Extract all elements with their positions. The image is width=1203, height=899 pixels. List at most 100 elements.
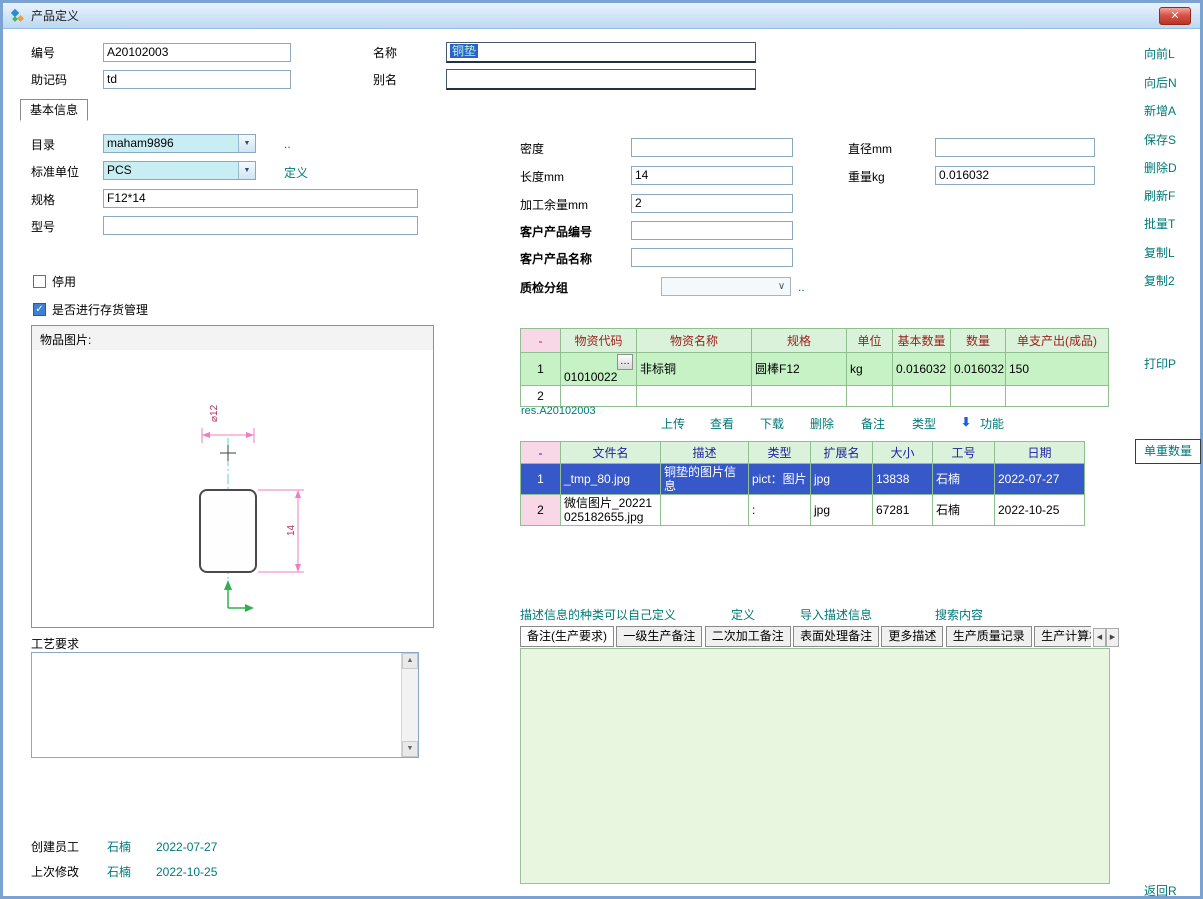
material-qty-cell[interactable]	[951, 386, 1006, 407]
scroll-up-button[interactable]: ▲	[402, 653, 418, 669]
material-output-cell[interactable]: 150	[1006, 353, 1109, 386]
materials-table: - 物资代码 物资名称 规格 单位 基本数量 数量 单支产出(成品) 1 … 0…	[520, 328, 1109, 407]
desc-tab-level1-notes[interactable]: 一级生产备注	[616, 626, 702, 647]
file-desc-cell[interactable]	[661, 495, 749, 526]
unit-combobox[interactable]: PCS ▼	[103, 161, 256, 180]
batch-button[interactable]: 批量T	[1144, 215, 1175, 232]
chevron-down-icon[interactable]: ∨	[773, 278, 790, 295]
stop-checkbox[interactable]	[33, 275, 46, 288]
material-name-cell[interactable]: 非标铜	[637, 353, 752, 386]
unit-weight-qty-button[interactable]: 单重数量	[1135, 439, 1201, 464]
next-button[interactable]: 向后N	[1144, 74, 1177, 91]
description-textarea[interactable]	[520, 648, 1110, 884]
diameter-input[interactable]	[935, 138, 1095, 157]
spec-input[interactable]: F12*14	[103, 189, 418, 208]
delete-button[interactable]: 删除D	[1144, 159, 1177, 176]
material-code-cell[interactable]	[561, 386, 637, 407]
file-date-cell[interactable]: 2022-07-27	[995, 464, 1085, 495]
close-button[interactable]: ✕	[1159, 7, 1191, 25]
upload-link[interactable]: 上传	[661, 415, 685, 432]
diameter-label: 直径mm	[848, 141, 892, 157]
process-scrollbar[interactable]: ▲ ▼	[401, 653, 418, 757]
file-row[interactable]: 1 _tmp_80.jpg 铜垫的图片信息 pict：图片 jpg 13838 …	[521, 464, 1085, 495]
scroll-down-button[interactable]: ▼	[402, 741, 418, 757]
file-size-cell[interactable]: 67281	[873, 495, 933, 526]
function-link[interactable]: 功能	[980, 415, 1004, 432]
process-textarea[interactable]: ▲ ▼	[31, 652, 419, 758]
desc-tab-surface-notes[interactable]: 表面处理备注	[793, 626, 879, 647]
file-name-cell[interactable]: 微信图片_20221025182655.jpg	[561, 495, 661, 526]
alias-input[interactable]	[446, 69, 756, 90]
desc-tab-quality-record[interactable]: 生产质量记录	[946, 626, 1032, 647]
model-input[interactable]	[103, 216, 418, 235]
length-input[interactable]: 14	[631, 166, 793, 185]
copy2-button[interactable]: 复制2	[1144, 272, 1175, 289]
file-ext-cell[interactable]: jpg	[811, 464, 873, 495]
material-output-cell[interactable]	[1006, 386, 1109, 407]
tab-scroll-left-icon[interactable]: ◀	[1093, 628, 1106, 647]
material-baseqty-cell[interactable]: 0.016032	[893, 353, 951, 386]
code-input[interactable]: A20102003	[103, 43, 291, 62]
file-worker-cell[interactable]: 石楠	[933, 495, 995, 526]
column-header: 工号	[933, 442, 995, 464]
unit-define-link[interactable]: 定义	[284, 164, 308, 181]
desc-tab-more[interactable]: 更多描述	[881, 626, 943, 647]
description-import-link[interactable]: 导入描述信息	[800, 606, 872, 623]
file-row[interactable]: 2 微信图片_20221025182655.jpg : jpg 67281 石楠…	[521, 495, 1085, 526]
print-button[interactable]: 打印P	[1144, 355, 1176, 372]
material-name-cell[interactable]	[637, 386, 752, 407]
material-spec-cell[interactable]	[752, 386, 847, 407]
allowance-input[interactable]: 2	[631, 194, 793, 213]
customer-code-input[interactable]	[631, 221, 793, 240]
download-link[interactable]: 下载	[760, 415, 784, 432]
tab-basic-info[interactable]: 基本信息	[20, 99, 88, 121]
catalog-combobox[interactable]: maham9896 ▼	[103, 134, 256, 153]
titlebar[interactable]: 产品定义	[3, 3, 1200, 29]
type-link[interactable]: 类型	[912, 415, 936, 432]
save-button[interactable]: 保存S	[1144, 131, 1176, 148]
delete-file-link[interactable]: 删除	[810, 415, 834, 432]
file-date-cell[interactable]: 2022-10-25	[995, 495, 1085, 526]
materials-row[interactable]: 2	[521, 386, 1109, 407]
desc-tab-production-notes[interactable]: 备注(生产要求)	[520, 626, 614, 647]
material-unit-cell[interactable]: kg	[847, 353, 893, 386]
material-spec-cell[interactable]: 圆棒F12	[752, 353, 847, 386]
prev-button[interactable]: 向前L	[1144, 45, 1175, 62]
catalog-more-button[interactable]: ..	[284, 137, 291, 151]
file-ext-cell[interactable]: jpg	[811, 495, 873, 526]
file-desc-cell[interactable]: 铜垫的图片信息	[661, 464, 749, 495]
file-size-cell[interactable]: 13838	[873, 464, 933, 495]
customer-name-label: 客户产品名称	[520, 251, 592, 267]
description-search-link[interactable]: 搜索内容	[935, 606, 983, 623]
file-type-cell[interactable]: pict：图片	[749, 464, 811, 495]
material-qty-cell[interactable]: 0.016032	[951, 353, 1006, 386]
view-link[interactable]: 查看	[710, 415, 734, 432]
qc-group-more-button[interactable]: ..	[798, 280, 805, 294]
material-unit-cell[interactable]	[847, 386, 893, 407]
refresh-button[interactable]: 刷新F	[1144, 187, 1175, 204]
weight-input[interactable]: 0.016032	[935, 166, 1095, 185]
description-define-link[interactable]: 定义	[731, 606, 755, 623]
chevron-down-icon[interactable]: ▼	[238, 135, 255, 152]
qc-group-combobox[interactable]: ∨	[661, 277, 791, 296]
file-name-cell[interactable]: _tmp_80.jpg	[561, 464, 661, 495]
mnemonic-input[interactable]: td	[103, 70, 291, 89]
material-code-cell[interactable]: … 01010022	[561, 353, 637, 386]
copy-button[interactable]: 复制L	[1144, 244, 1175, 261]
file-worker-cell[interactable]: 石楠	[933, 464, 995, 495]
tab-scroll-right-icon[interactable]: ▶	[1106, 628, 1119, 647]
inventory-checkbox[interactable]: ✓	[33, 303, 46, 316]
name-input[interactable]: 铜垫	[446, 42, 756, 63]
chevron-down-icon[interactable]: ▼	[238, 162, 255, 179]
add-button[interactable]: 新增A	[1144, 102, 1176, 119]
back-button[interactable]: 返回R	[1144, 882, 1177, 899]
remark-link[interactable]: 备注	[861, 415, 885, 432]
desc-tab-secondary-notes[interactable]: 二次加工备注	[705, 626, 791, 647]
file-type-cell[interactable]: :	[749, 495, 811, 526]
material-baseqty-cell[interactable]	[893, 386, 951, 407]
density-input[interactable]	[631, 138, 793, 157]
desc-tab-material-calc[interactable]: 生产计算材料	[1034, 626, 1091, 647]
customer-name-input[interactable]	[631, 248, 793, 267]
materials-row[interactable]: 1 … 01010022 非标铜 圆棒F12 kg 0.016032 0.016…	[521, 353, 1109, 386]
material-code-lookup-button[interactable]: …	[617, 354, 633, 370]
